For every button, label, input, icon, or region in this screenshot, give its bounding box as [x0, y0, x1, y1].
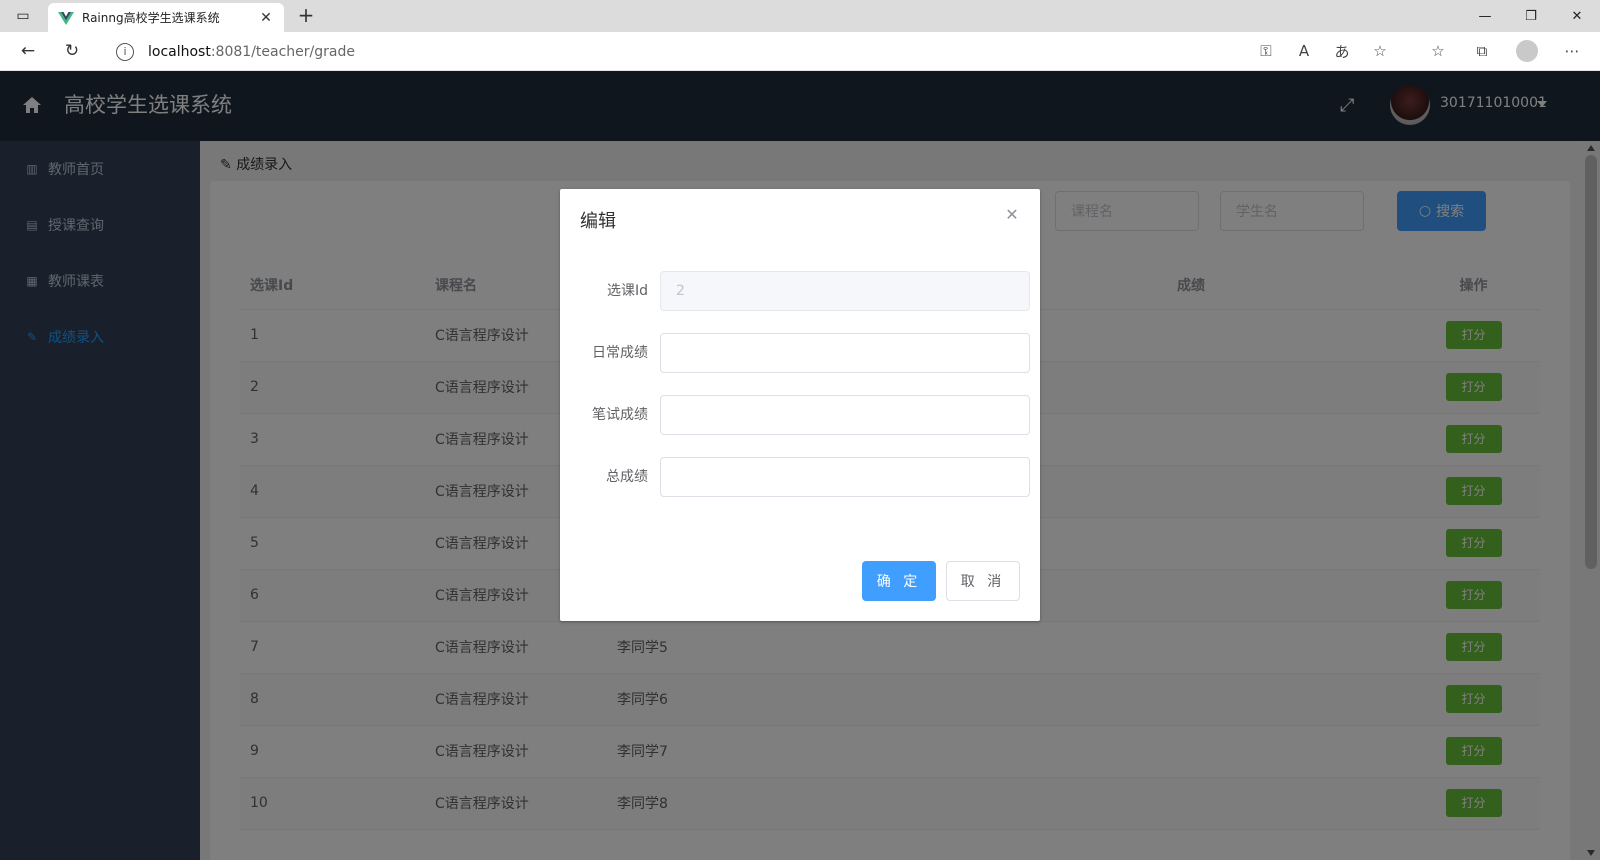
back-icon[interactable]: ← — [16, 40, 40, 62]
url-field[interactable]: i localhost:8081/teacher/grade — [100, 36, 1410, 67]
form-row-total: 总成绩 — [580, 457, 1030, 497]
exam-grade-input[interactable] — [660, 395, 1030, 435]
field-label: 选课Id — [606, 283, 648, 299]
daily-grade-input[interactable] — [660, 333, 1030, 373]
favorite-add-icon[interactable]: ☆ — [1370, 40, 1390, 62]
close-icon[interactable]: ✕ — [1004, 207, 1020, 223]
confirm-button[interactable]: 确 定 — [862, 561, 936, 601]
browser-addressbar: ← ↻ i localhost:8081/teacher/grade ⚿ A あ… — [0, 32, 1600, 71]
info-icon[interactable]: i — [116, 42, 134, 61]
favorites-icon[interactable]: ☆ — [1428, 40, 1448, 62]
dialog-title: 编辑 — [580, 211, 616, 232]
key-icon[interactable]: ⚿ — [1256, 40, 1276, 62]
form-row-daily: 日常成绩 — [580, 333, 1030, 373]
course-select-id-field: 2 — [660, 271, 1030, 311]
close-icon[interactable]: ✕ — [258, 10, 274, 26]
address-actions: ⚿ A あ ☆ — [1256, 40, 1390, 62]
plus-icon[interactable]: + — [294, 4, 318, 28]
browser-tabbar: ▭ Rainng高校学生选课系统 ✕ + — ❐ ✕ — [0, 0, 1600, 32]
total-grade-input[interactable] — [660, 457, 1030, 497]
form-row-exam: 笔试成绩 — [580, 395, 1030, 435]
browser-tab[interactable]: Rainng高校学生选课系统 ✕ — [48, 3, 284, 32]
restore-icon[interactable]: ❐ — [1508, 0, 1554, 32]
translate-icon[interactable]: あ — [1332, 40, 1352, 62]
url-host: localhost — [148, 43, 211, 60]
window-close-icon[interactable]: ✕ — [1554, 0, 1600, 32]
browser-toolbar: ☆ ⧉ ⋯ — [1428, 40, 1582, 62]
read-aloud-icon[interactable]: A — [1294, 40, 1314, 62]
field-label: 总成绩 — [606, 469, 648, 485]
url-path: :8081/teacher/grade — [210, 43, 355, 60]
form-row-id: 选课Id 2 — [580, 271, 1030, 311]
sidebar-toggle-icon[interactable]: ▭ — [12, 6, 34, 26]
more-icon[interactable]: ⋯ — [1562, 40, 1582, 62]
field-label: 日常成绩 — [592, 345, 648, 361]
cancel-button[interactable]: 取 消 — [946, 561, 1020, 601]
collections-icon[interactable]: ⧉ — [1472, 40, 1492, 62]
edit-dialog: 编辑 ✕ 选课Id 2 日常成绩 笔试成绩 总成绩 确 定 取 消 — [560, 189, 1040, 621]
profile-icon[interactable] — [1516, 40, 1538, 62]
minimize-icon[interactable]: — — [1462, 0, 1508, 32]
field-label: 笔试成绩 — [592, 407, 648, 423]
vue-logo-icon — [58, 11, 74, 25]
tab-title: Rainng高校学生选课系统 — [82, 11, 220, 25]
window-controls: — ❐ ✕ — [1462, 0, 1600, 32]
reload-icon[interactable]: ↻ — [60, 40, 84, 62]
